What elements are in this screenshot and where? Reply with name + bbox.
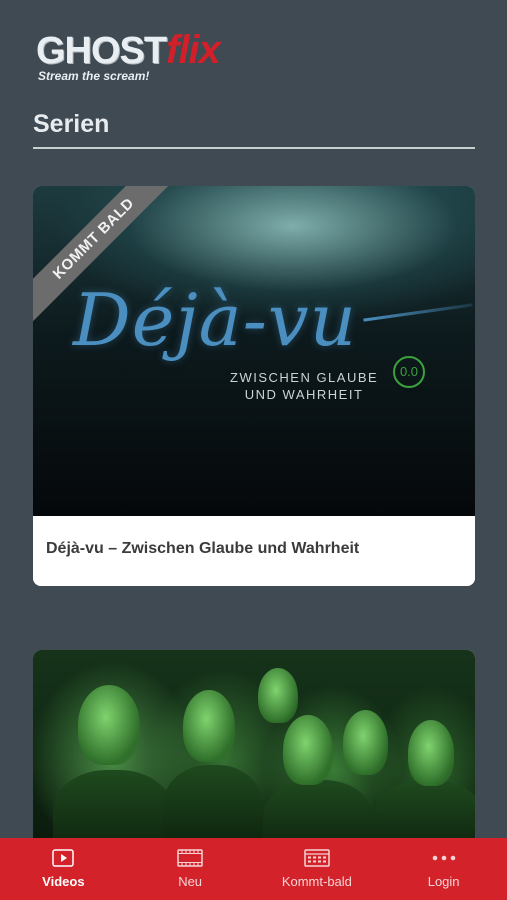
- tab-neu[interactable]: Neu: [127, 838, 254, 900]
- more-icon: [431, 848, 457, 868]
- tab-login[interactable]: Login: [380, 838, 507, 900]
- ghostflix-logo[interactable]: GHOST flix Stream the scream!: [36, 28, 221, 83]
- series-poster[interactable]: [33, 650, 475, 850]
- page-title: Serien: [33, 110, 110, 138]
- coming-soon-ribbon: KOMMT BALD: [33, 186, 193, 346]
- tab-label: Kommt-bald: [281, 874, 352, 889]
- logo-accent-text: flix: [166, 28, 221, 72]
- figure-face: [408, 720, 454, 786]
- title-divider: [33, 147, 475, 149]
- series-card[interactable]: [33, 650, 475, 850]
- figure-face: [78, 685, 140, 765]
- tab-kommt-bald[interactable]: Kommt-bald: [254, 838, 381, 900]
- logo-main-text: GHOST: [36, 30, 167, 72]
- poster-subtitle-line: ZWISCHEN GLAUBE: [230, 370, 379, 385]
- figure-face: [258, 668, 298, 723]
- coming-soon-badge: KOMMT BALD: [33, 186, 179, 324]
- bottom-tab-bar: Videos Neu Kommt-bald Login: [0, 838, 507, 900]
- app-header: GHOST flix Stream the scream!: [0, 0, 507, 100]
- tab-label: Login: [427, 874, 460, 889]
- poster-subtitle: ZWISCHEN GLAUBE UND WAHRHEIT: [230, 369, 378, 403]
- series-caption[interactable]: Déjà-vu – Zwischen Glaube und Wahrheit: [33, 516, 475, 586]
- tab-label: Videos: [42, 874, 85, 889]
- figure-face: [343, 710, 388, 775]
- figure-face: [183, 690, 235, 762]
- rating-badge: 0.0: [393, 356, 425, 388]
- tab-label: Neu: [178, 874, 203, 889]
- poster-swoosh: [363, 303, 473, 322]
- film-icon: [177, 848, 203, 868]
- play-icon: [52, 848, 75, 868]
- poster-subtitle-line: UND WAHRHEIT: [244, 387, 364, 402]
- series-title: Déjà-vu – Zwischen Glaube und Wahrheit: [46, 540, 360, 557]
- calendar-icon: [304, 848, 330, 868]
- figure-face: [283, 715, 333, 785]
- tab-videos[interactable]: Videos: [0, 838, 127, 900]
